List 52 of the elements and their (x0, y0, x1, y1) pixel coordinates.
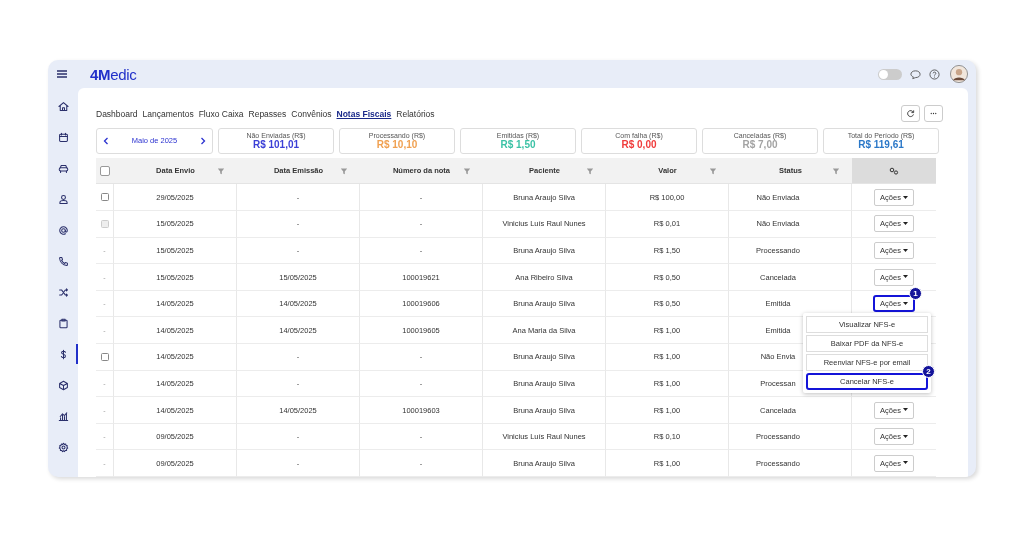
card-value: R$ 0,00 (621, 138, 657, 150)
chart-icon (56, 409, 70, 423)
caret-icon (902, 275, 908, 279)
home-icon (56, 99, 70, 113)
card-value: R$ 1,50 (500, 138, 536, 150)
filter-icon[interactable] (340, 166, 348, 175)
step-badge: 1 (909, 287, 922, 301)
clipboard-icon (56, 316, 70, 330)
refresh-button[interactable] (901, 105, 920, 122)
tab[interactable]: Repasses (248, 108, 287, 119)
filter-icon[interactable] (832, 166, 840, 175)
filter-icon[interactable] (463, 166, 471, 175)
caret-icon (902, 301, 908, 306)
help-icon[interactable] (929, 68, 940, 80)
select-all-checkbox[interactable] (100, 165, 110, 176)
shuffle-icon (56, 285, 70, 299)
filter-icon[interactable] (217, 166, 225, 175)
settings-icon (56, 440, 70, 454)
tab[interactable]: Convênios (291, 108, 332, 119)
caret-icon (902, 248, 908, 253)
caret-icon (902, 434, 908, 439)
card-value: R$ 119,61 (858, 138, 904, 150)
tab[interactable]: Notas Fiscais (336, 108, 392, 119)
caret-icon (902, 195, 908, 199)
row-checkbox[interactable] (100, 352, 109, 361)
menu-icon[interactable] (56, 68, 68, 80)
filter-icon[interactable] (586, 166, 594, 175)
row-checkbox[interactable] (100, 193, 109, 202)
cube-icon (56, 378, 70, 392)
caret-icon (902, 461, 908, 465)
tab[interactable]: Lançamentos (142, 108, 194, 119)
card-value: R$ 7,00 (742, 138, 778, 150)
filter-icon[interactable] (709, 166, 717, 175)
settings-icon[interactable] (889, 166, 899, 175)
chat-icon[interactable] (910, 68, 921, 80)
tab[interactable]: Fluxo Caixa (198, 108, 244, 119)
tab[interactable]: Dashboard (96, 108, 138, 119)
logo: 4Medic (90, 65, 137, 83)
caret-icon (902, 222, 908, 226)
refresh-icon (906, 109, 915, 118)
calendar-icon (56, 130, 70, 144)
next-icon[interactable] (200, 136, 206, 145)
phone-icon (56, 254, 70, 268)
person-icon (56, 192, 70, 206)
previous-icon[interactable] (103, 136, 109, 145)
tab[interactable]: Relatórios (396, 108, 435, 119)
avatar[interactable] (950, 65, 968, 83)
card-value: R$ 101,01 (252, 138, 300, 150)
theme-toggle[interactable] (878, 68, 902, 80)
caret-icon (902, 408, 908, 412)
at-sign-icon (56, 223, 70, 237)
card-value: R$ 10,10 (376, 138, 418, 150)
